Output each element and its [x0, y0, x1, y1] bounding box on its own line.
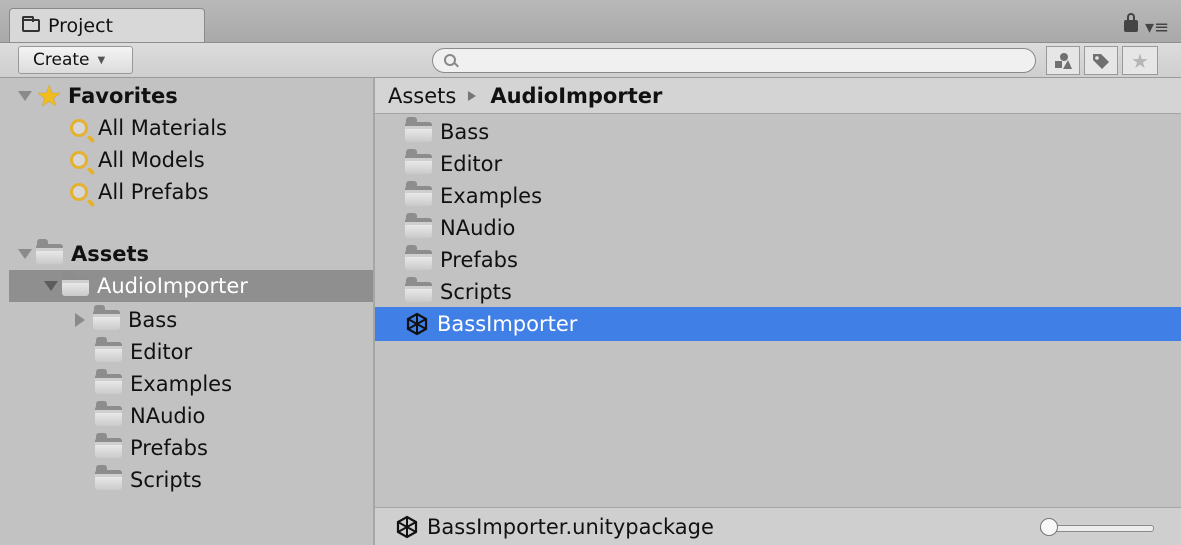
sidebar-item-label: Prefabs: [130, 436, 208, 460]
sidebar-item-audioimporter[interactable]: AudioImporter: [44, 270, 248, 302]
list-item-examples[interactable]: Examples: [405, 180, 542, 212]
folder-icon: [405, 181, 432, 206]
create-button-label: Create: [33, 50, 90, 70]
folder-icon: [62, 271, 89, 296]
folder-icon: [405, 213, 432, 238]
expand-arrow-icon[interactable]: [18, 91, 32, 101]
sidebar-item-favorites[interactable]: ★ Favorites: [18, 80, 178, 112]
chevron-down-icon: ▼: [97, 54, 106, 66]
sidebar-item-label: NAudio: [130, 404, 206, 428]
folder-icon: [405, 277, 432, 302]
sidebar-item-all-models[interactable]: All Models: [70, 144, 205, 176]
sidebar-item-all-prefabs[interactable]: All Prefabs: [70, 176, 209, 208]
folder-icon: [405, 245, 432, 270]
folder-icon: [405, 117, 432, 142]
star-icon: ★: [1131, 48, 1149, 73]
star-icon: ★: [36, 78, 62, 113]
sidebar-item-label: All Materials: [98, 116, 227, 140]
list-item-label: Scripts: [440, 280, 512, 304]
sidebar-item-prefabs[interactable]: Prefabs: [95, 432, 208, 464]
expand-arrow-icon[interactable]: [75, 313, 85, 327]
filter-type-icon: [1055, 52, 1072, 69]
list-item-prefabs[interactable]: Prefabs: [405, 244, 518, 276]
list-item-scripts[interactable]: Scripts: [405, 276, 512, 308]
sidebar-item-label: Editor: [130, 340, 193, 364]
unity-icon: [406, 312, 428, 336]
sidebar-item-label: All Models: [98, 148, 205, 172]
list-item-bassimporter[interactable]: BassImporter: [405, 308, 577, 340]
folder-icon: [95, 401, 122, 426]
label-tag-icon: [1093, 53, 1109, 69]
folder-icon: [93, 305, 120, 330]
list-item-editor[interactable]: Editor: [405, 148, 502, 180]
search-icon: [70, 151, 88, 169]
folder-icon: [95, 465, 122, 490]
selected-asset-path: BassImporter.unitypackage: [427, 514, 714, 539]
unity-icon: [396, 515, 418, 538]
expand-arrow-icon[interactable]: [18, 249, 32, 259]
list-item-label: NAudio: [440, 216, 516, 240]
folder-icon: [405, 149, 432, 174]
search-input[interactable]: [432, 48, 1036, 73]
breadcrumb-separator-icon: [468, 90, 477, 101]
sidebar-item-label: Favorites: [68, 84, 178, 108]
project-toolbar: Create ▼ ★: [0, 43, 1181, 78]
search-icon: [70, 183, 88, 201]
sidebar-item-editor[interactable]: Editor: [95, 336, 192, 368]
sidebar-item-scripts[interactable]: Scripts: [95, 464, 202, 496]
window-tabbar: Project ▾≡: [0, 0, 1181, 43]
tab-project[interactable]: Project: [9, 8, 205, 42]
search-icon: [444, 54, 456, 66]
favorites-filter-button[interactable]: ★: [1122, 46, 1158, 75]
list-item-naudio[interactable]: NAudio: [405, 212, 515, 244]
list-item-label: Bass: [440, 120, 490, 144]
sidebar-item-label: All Prefabs: [98, 180, 209, 204]
list-item-label: Editor: [440, 152, 503, 176]
sidebar-item-label: AudioImporter: [97, 274, 248, 298]
sidebar-item-examples[interactable]: Examples: [95, 368, 232, 400]
list-item-label: BassImporter: [437, 312, 578, 336]
sidebar-item-label: Scripts: [130, 468, 202, 492]
list-item-label: Examples: [440, 184, 543, 208]
sidebar-item-label: Bass: [128, 308, 178, 332]
folder-icon: [95, 433, 122, 458]
sidebar-item-assets[interactable]: Assets: [18, 238, 149, 270]
sidebar-item-label: Examples: [130, 372, 233, 396]
folder-icon: [95, 369, 122, 394]
window-menu-icon[interactable]: ▾≡: [1145, 19, 1173, 37]
filter-by-label-button[interactable]: [1084, 46, 1118, 75]
folder-icon: [22, 16, 40, 32]
folder-icon: [95, 337, 122, 362]
breadcrumb-item-assets[interactable]: Assets: [388, 84, 456, 108]
tab-label: Project: [48, 14, 114, 37]
breadcrumb: Assets AudioImporter: [375, 78, 1181, 114]
list-item-label: Prefabs: [440, 248, 518, 272]
search-icon: [70, 119, 88, 137]
sidebar-item-all-materials[interactable]: All Materials: [70, 112, 227, 144]
zoom-slider-thumb[interactable]: [1040, 518, 1058, 536]
list-item-bass[interactable]: Bass: [405, 116, 489, 148]
sidebar-item-label: Assets: [71, 242, 150, 266]
sidebar-item-naudio[interactable]: NAudio: [95, 400, 205, 432]
sidebar-item-bass[interactable]: Bass: [75, 304, 177, 336]
folder-icon: [36, 239, 63, 264]
lock-icon[interactable]: [1124, 13, 1138, 32]
filter-by-type-button[interactable]: [1046, 46, 1080, 75]
breadcrumb-item-current[interactable]: AudioImporter: [490, 84, 662, 108]
create-button[interactable]: Create ▼: [18, 46, 133, 74]
expand-arrow-icon[interactable]: [44, 281, 58, 291]
